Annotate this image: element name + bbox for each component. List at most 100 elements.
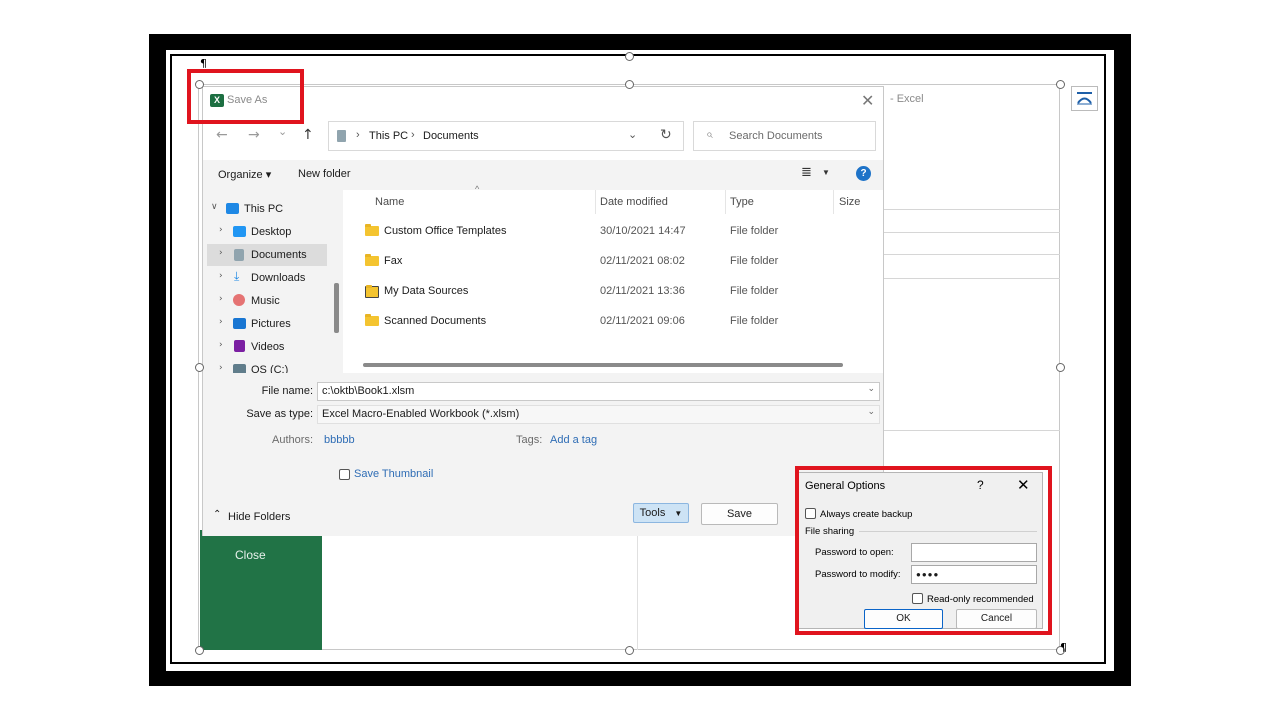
file-type: File folder: [730, 315, 779, 327]
chevron-right-icon[interactable]: ›: [219, 363, 223, 373]
tree-item-pictures[interactable]: › Pictures: [203, 313, 327, 335]
tools-dropdown-button[interactable]: Tools ▼: [633, 503, 689, 523]
new-folder-button[interactable]: New folder: [298, 168, 351, 180]
command-bar: Organize ▾ New folder ≣ ▼ ?: [203, 160, 883, 190]
tree-item-label: OS (C:): [251, 364, 289, 373]
background-line: [884, 232, 1060, 233]
background-excel-title: - Excel: [890, 93, 924, 105]
file-row[interactable]: Scanned Documents 02/11/2021 09:06 File …: [345, 308, 883, 338]
recent-locations-button[interactable]: ⌄: [278, 125, 287, 138]
tools-label: Tools: [639, 507, 666, 519]
view-dropdown-icon[interactable]: ▼: [822, 168, 830, 177]
tree-item-music[interactable]: › Music: [203, 290, 327, 312]
navigation-scrollbar[interactable]: [334, 283, 339, 333]
search-input[interactable]: ⌕ Search Documents: [693, 121, 876, 151]
tags-label: Tags:: [516, 434, 543, 446]
file-name: My Data Sources: [384, 285, 469, 297]
file-date: 02/11/2021 09:06: [600, 315, 685, 327]
backstage-close-item[interactable]: Close: [235, 548, 266, 562]
tree-item-os-drive[interactable]: › OS (C:): [203, 359, 327, 373]
file-row[interactable]: Custom Office Templates 30/10/2021 14:47…: [345, 218, 883, 248]
column-header-size[interactable]: Size: [839, 196, 860, 208]
address-bar[interactable]: › This PC › Documents ⌄ ↻: [328, 121, 785, 151]
drive-icon: [233, 364, 246, 373]
resize-handle[interactable]: [195, 363, 204, 372]
up-button[interactable]: ↑: [302, 127, 314, 143]
chevron-right-icon[interactable]: ›: [219, 248, 223, 258]
column-divider: [725, 190, 726, 214]
search-icon: ⌕: [706, 127, 713, 141]
desktop-icon: [233, 226, 246, 237]
save-button[interactable]: Save: [701, 503, 778, 525]
refresh-icon[interactable]: ↻: [660, 127, 672, 143]
resize-handle[interactable]: [1056, 363, 1065, 372]
breadcrumb-item-this-pc[interactable]: This PC: [369, 130, 408, 142]
save-type-value: Excel Macro-Enabled Workbook (*.xlsm): [322, 408, 520, 420]
data-sources-folder-icon: [365, 285, 379, 298]
folder-icon: [365, 224, 379, 236]
background-line: [884, 430, 1060, 431]
file-name-value: c:\oktb\Book1.xlsm: [322, 385, 415, 397]
tree-item-label: This PC: [244, 203, 284, 215]
column-header-name[interactable]: Name: [375, 196, 404, 208]
file-date: 02/11/2021 13:36: [600, 285, 685, 297]
tree-item-documents[interactable]: › Documents: [207, 244, 327, 266]
chevron-down-icon[interactable]: ⌄: [867, 384, 875, 394]
file-name: Fax: [384, 255, 403, 267]
save-thumbnail-checkbox[interactable]: [339, 469, 350, 480]
save-type-label: Save as type:: [246, 408, 313, 420]
dialog-close-button[interactable]: ✕: [861, 91, 874, 110]
tree-item-this-pc[interactable]: ∨ This PC: [203, 198, 327, 220]
save-as-dialog: X Save As ✕ ← → ⌄ ↑ › This PC › Document…: [202, 86, 884, 536]
file-row[interactable]: My Data Sources 02/11/2021 13:36 File fo…: [345, 278, 883, 308]
column-header-type[interactable]: Type: [730, 196, 754, 208]
save-type-select[interactable]: Excel Macro-Enabled Workbook (*.xlsm) ⌄: [317, 405, 880, 424]
chevron-down-icon[interactable]: ∨: [211, 202, 218, 212]
file-list: ^ Name Date modified Type Size Custom Of…: [345, 184, 883, 373]
dialog-footer: ⌃ Hide Folders Tools ▼ Save: [203, 486, 883, 536]
background-line: [884, 254, 1060, 255]
tree-item-label: Documents: [251, 249, 307, 261]
chevron-right-icon[interactable]: ›: [219, 294, 223, 304]
tree-item-downloads[interactable]: › ⤓ Downloads: [203, 267, 327, 289]
resize-handle[interactable]: [1056, 80, 1065, 89]
dropdown-arrow-icon: ▼: [674, 509, 683, 518]
file-name-input[interactable]: c:\oktb\Book1.xlsm ⌄: [317, 382, 880, 401]
breadcrumb-separator: ›: [356, 129, 360, 141]
resize-handle[interactable]: [625, 80, 634, 89]
pilcrow-mark-bottom: ¶: [1060, 641, 1067, 654]
chevron-right-icon[interactable]: ›: [219, 317, 223, 327]
tree-item-desktop[interactable]: › Desktop: [203, 221, 327, 243]
breadcrumb-item-documents[interactable]: Documents: [423, 130, 479, 142]
file-row[interactable]: Fax 02/11/2021 08:02 File folder: [345, 248, 883, 278]
chevron-up-icon[interactable]: ⌃: [213, 509, 221, 520]
chevron-right-icon[interactable]: ›: [219, 340, 223, 350]
tags-value[interactable]: Add a tag: [550, 434, 597, 446]
authors-value[interactable]: bbbbb: [324, 434, 355, 446]
authors-label: Authors:: [272, 434, 313, 446]
resize-handle[interactable]: [625, 646, 634, 655]
tree-item-label: Videos: [251, 341, 285, 353]
layout-options-button[interactable]: [1071, 86, 1098, 111]
backstage-sidebar: Close: [200, 530, 322, 650]
address-dropdown-icon[interactable]: ⌄: [628, 128, 637, 141]
background-line: [884, 278, 1060, 279]
resize-handle[interactable]: [195, 646, 204, 655]
back-button[interactable]: ←: [216, 127, 228, 143]
chevron-down-icon[interactable]: ⌄: [867, 407, 875, 417]
rotate-handle[interactable]: [625, 52, 634, 61]
chevron-right-icon[interactable]: ›: [219, 271, 223, 281]
chevron-right-icon[interactable]: ›: [219, 225, 223, 235]
organize-menu[interactable]: Organize ▾: [218, 168, 271, 181]
save-options-area: File name: c:\oktb\Book1.xlsm ⌄ Save as …: [203, 373, 883, 486]
hide-folders-button[interactable]: Hide Folders: [228, 511, 290, 523]
tree-item-videos[interactable]: › Videos: [203, 336, 327, 358]
view-options-icon[interactable]: ≣: [801, 165, 812, 180]
horizontal-scrollbar[interactable]: [363, 363, 843, 367]
forward-button[interactable]: →: [248, 127, 260, 143]
column-header-date[interactable]: Date modified: [600, 196, 668, 208]
help-icon[interactable]: ?: [856, 166, 871, 181]
highlight-save-as-title: [187, 69, 304, 124]
column-divider: [595, 190, 596, 214]
breadcrumb-separator: ›: [411, 129, 415, 141]
